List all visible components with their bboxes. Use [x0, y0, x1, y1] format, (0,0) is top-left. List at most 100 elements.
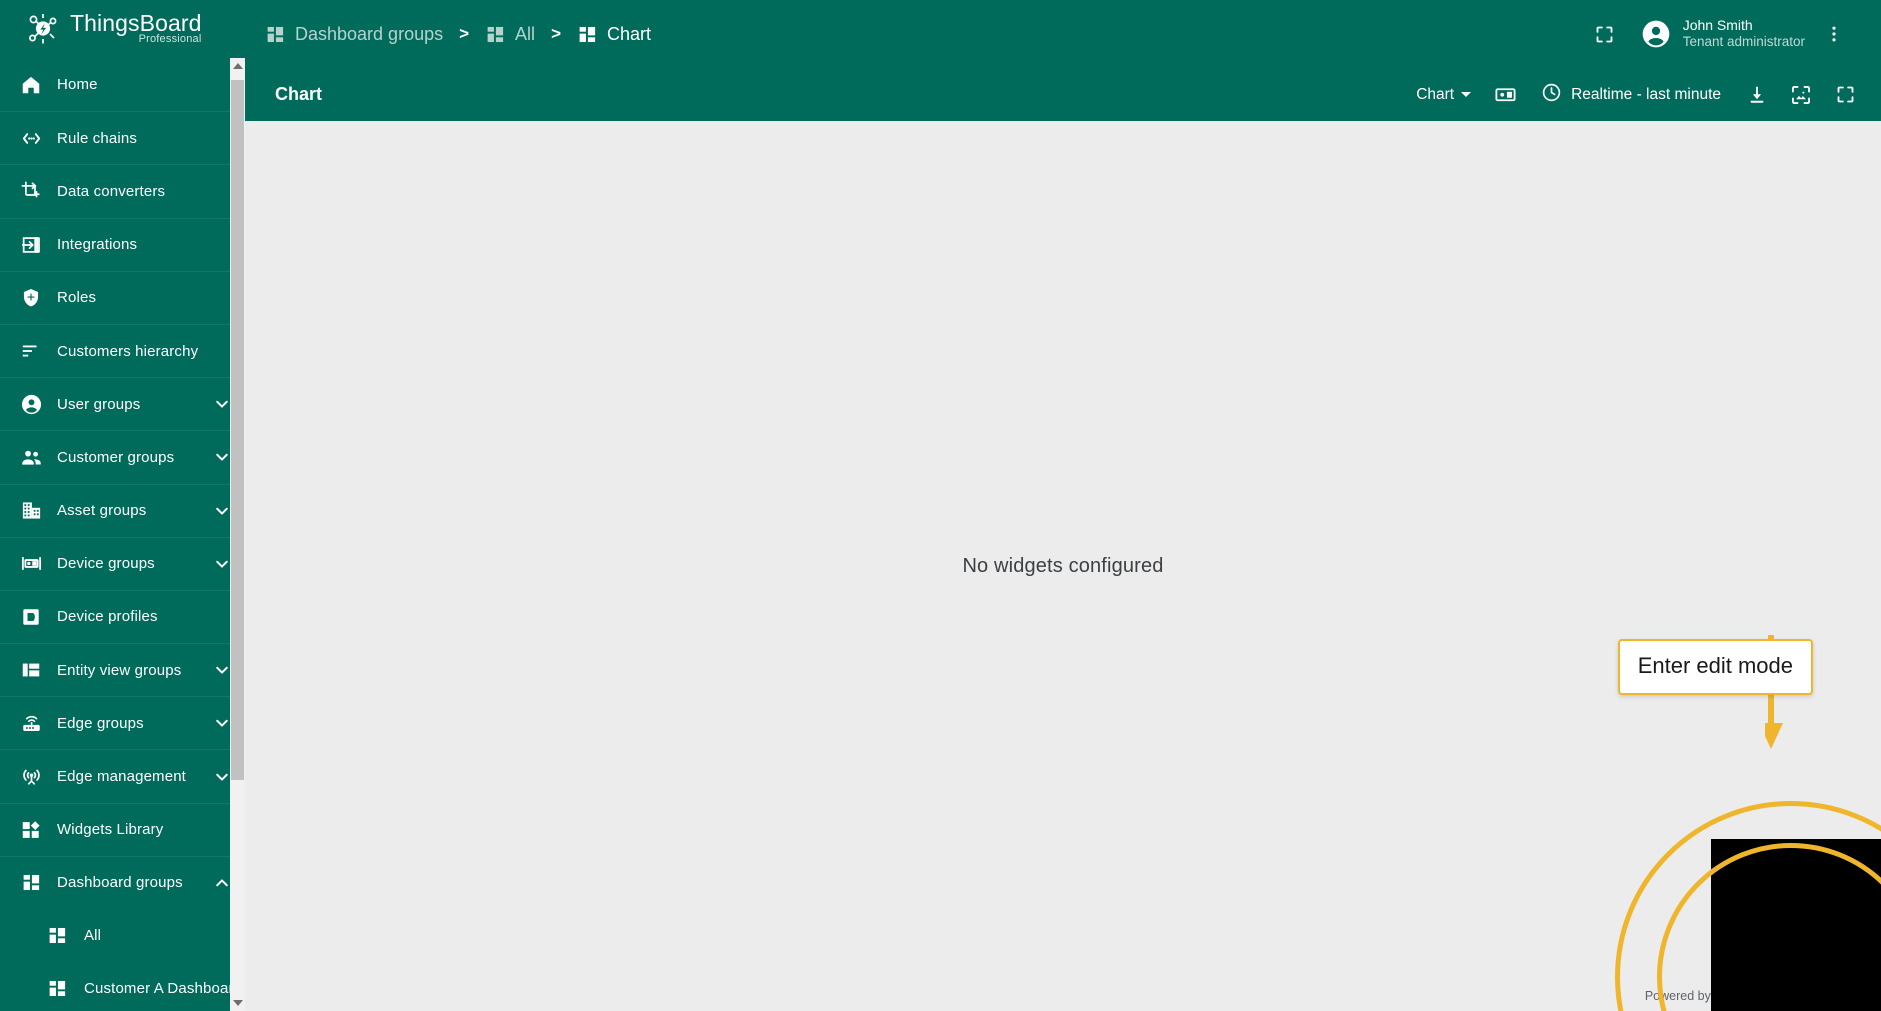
- chevron-up-icon[interactable]: [213, 874, 231, 892]
- sidebar-item-edge-groups[interactable]: Edge groups: [0, 696, 245, 749]
- sidebar-item-label: Edge management: [57, 768, 187, 786]
- chevron-down-icon[interactable]: [213, 555, 231, 573]
- dashboard-icon: [485, 24, 506, 45]
- timewindow-label: Realtime - last minute: [1571, 85, 1721, 103]
- sidebar-item-device-groups[interactable]: Device groups: [0, 536, 245, 590]
- sidebar-item-customer-a-dashboards[interactable]: Customer A Dashboards: [0, 962, 245, 1011]
- avatar: [1640, 18, 1672, 50]
- sidebar-item-label: Home: [57, 76, 98, 94]
- dashboard-state-label: Chart: [1416, 85, 1455, 103]
- people-icon: [18, 445, 44, 469]
- sidebar-item-label: Integrations: [57, 236, 138, 254]
- user-menu[interactable]: John Smith Tenant administrator: [1628, 17, 1811, 51]
- thingsboard-logo-icon: [26, 12, 60, 46]
- sidebar-item-label: Data converters: [57, 182, 166, 200]
- empty-state-message: No widgets configured: [962, 554, 1164, 577]
- brand-name: ThingsBoard: [70, 9, 202, 36]
- dashboard-fullscreen-button[interactable]: [1823, 73, 1867, 117]
- sidebar-item-data-converters[interactable]: Data converters: [0, 164, 245, 217]
- dashboard-canvas: No widgets configured Powered by Thingsb…: [245, 121, 1881, 1011]
- sidebar-item-label: Customer A Dashboards: [84, 980, 245, 998]
- widgets-icon: [18, 818, 44, 842]
- sidebar-item-label: Dashboard groups: [57, 874, 183, 892]
- fullscreen-icon[interactable]: [1582, 11, 1628, 57]
- page-title: Chart: [275, 84, 323, 104]
- device-profile-icon: [18, 605, 44, 629]
- page-corner-dark: [1711, 839, 1881, 1011]
- chevron-down-icon[interactable]: [213, 714, 231, 732]
- rule-chains-icon: [18, 126, 44, 150]
- chevron-down-icon[interactable]: [213, 768, 231, 786]
- top-toolbar: Dashboard groups > All > Chart John Smit…: [245, 0, 1881, 68]
- top-toolbar-right: John Smith Tenant administrator: [1582, 11, 1857, 57]
- sidebar-item-all[interactable]: All: [0, 909, 245, 962]
- sidebar-item-rule-chains[interactable]: Rule chains: [0, 111, 245, 164]
- breadcrumb-label: Dashboard groups: [295, 23, 444, 44]
- sidebar-item-edge-management[interactable]: Edge management: [0, 749, 245, 802]
- chevron-down-icon: [1461, 92, 1472, 97]
- scroll-up-arrow-icon[interactable]: [230, 58, 245, 74]
- router-icon: [18, 711, 44, 735]
- breadcrumb-item-chart[interactable]: Chart: [577, 24, 651, 45]
- sidebar: ThingsBoard Professional Home Rule chains…: [0, 0, 245, 1011]
- sidebar-item-integrations[interactable]: Integrations: [0, 217, 245, 271]
- hierarchy-icon: [18, 339, 44, 363]
- chevron-down-icon[interactable]: [213, 395, 231, 413]
- sidebar-scrollbar-thumb[interactable]: [231, 80, 244, 780]
- account-circle-icon: [18, 392, 44, 416]
- scroll-down-arrow-icon[interactable]: [230, 995, 245, 1011]
- breadcrumb: Dashboard groups > All > Chart: [265, 24, 651, 45]
- sidebar-nav: Home Rule chains Data converters Integratio…: [0, 58, 245, 1011]
- dashboard-icon: [265, 24, 286, 45]
- sidebar-item-device-profiles[interactable]: Device profiles: [0, 589, 245, 643]
- user-name: John Smith: [1682, 16, 1753, 33]
- sidebar-item-entity-view-groups[interactable]: Entity view groups: [0, 643, 245, 696]
- device-icon: [18, 552, 44, 576]
- export-image-button[interactable]: [1779, 73, 1823, 117]
- sidebar-item-customers-hierarchy[interactable]: Customers hierarchy: [0, 323, 245, 377]
- sidebar-item-label: Widgets Library: [57, 821, 164, 839]
- dashboard-states-icon[interactable]: [1483, 73, 1527, 117]
- breadcrumb-item-all[interactable]: All: [485, 24, 535, 45]
- sidebar-item-label: Customers hierarchy: [57, 342, 199, 360]
- brand-header[interactable]: ThingsBoard Professional: [0, 0, 245, 58]
- sidebar-item-label: Asset groups: [57, 502, 147, 520]
- sidebar-item-label: Customer groups: [57, 448, 175, 466]
- breadcrumb-label: Chart: [607, 23, 652, 44]
- export-dashboard-button[interactable]: [1735, 73, 1779, 117]
- user-role: Tenant administrator: [1682, 34, 1805, 50]
- sidebar-item-widgets-library[interactable]: Widgets Library: [0, 802, 245, 856]
- breadcrumb-separator: >: [459, 24, 470, 43]
- breadcrumb-item-dashboard-groups[interactable]: Dashboard groups: [265, 24, 443, 45]
- sidebar-item-label: User groups: [57, 395, 141, 413]
- more-vert-icon[interactable]: [1811, 11, 1857, 57]
- entity-view-icon: [18, 658, 44, 682]
- dashboard-toolbar: Chart Chart Realtime - last minute: [245, 68, 1881, 121]
- chevron-down-icon[interactable]: [213, 448, 231, 466]
- sidebar-item-customer-groups[interactable]: Customer groups: [0, 430, 245, 483]
- dashboard-icon: [44, 977, 70, 1001]
- sidebar-item-label: Device profiles: [57, 608, 158, 626]
- clock-icon: [1541, 82, 1562, 108]
- sidebar-item-label: Rule chains: [57, 129, 138, 147]
- sidebar-item-label: Edge groups: [57, 714, 144, 732]
- chevron-down-icon[interactable]: [213, 661, 231, 679]
- sidebar-item-dashboard-groups[interactable]: Dashboard groups: [0, 855, 245, 909]
- dashboard-icon: [44, 924, 70, 948]
- dashboard-icon: [18, 871, 44, 895]
- integrations-icon: [18, 233, 44, 257]
- sidebar-item-label: Roles: [57, 289, 97, 307]
- sidebar-item-home[interactable]: Home: [0, 58, 245, 111]
- dashboard-state-select[interactable]: Chart: [1404, 86, 1483, 104]
- timewindow-button[interactable]: Realtime - last minute: [1527, 82, 1735, 108]
- chevron-down-icon[interactable]: [213, 502, 231, 520]
- sidebar-scrollbar[interactable]: [230, 58, 245, 1011]
- powered-by-prefix: Powered by: [1644, 989, 1715, 1003]
- sidebar-item-user-groups[interactable]: User groups: [0, 377, 245, 430]
- main-area: Dashboard groups > All > Chart John Smit…: [245, 0, 1881, 1011]
- sidebar-item-label: Entity view groups: [57, 661, 182, 679]
- sidebar-item-asset-groups[interactable]: Asset groups: [0, 483, 245, 537]
- breadcrumb-separator: >: [551, 24, 561, 43]
- sidebar-item-roles[interactable]: Roles: [0, 270, 245, 324]
- data-converters-icon: [18, 179, 44, 203]
